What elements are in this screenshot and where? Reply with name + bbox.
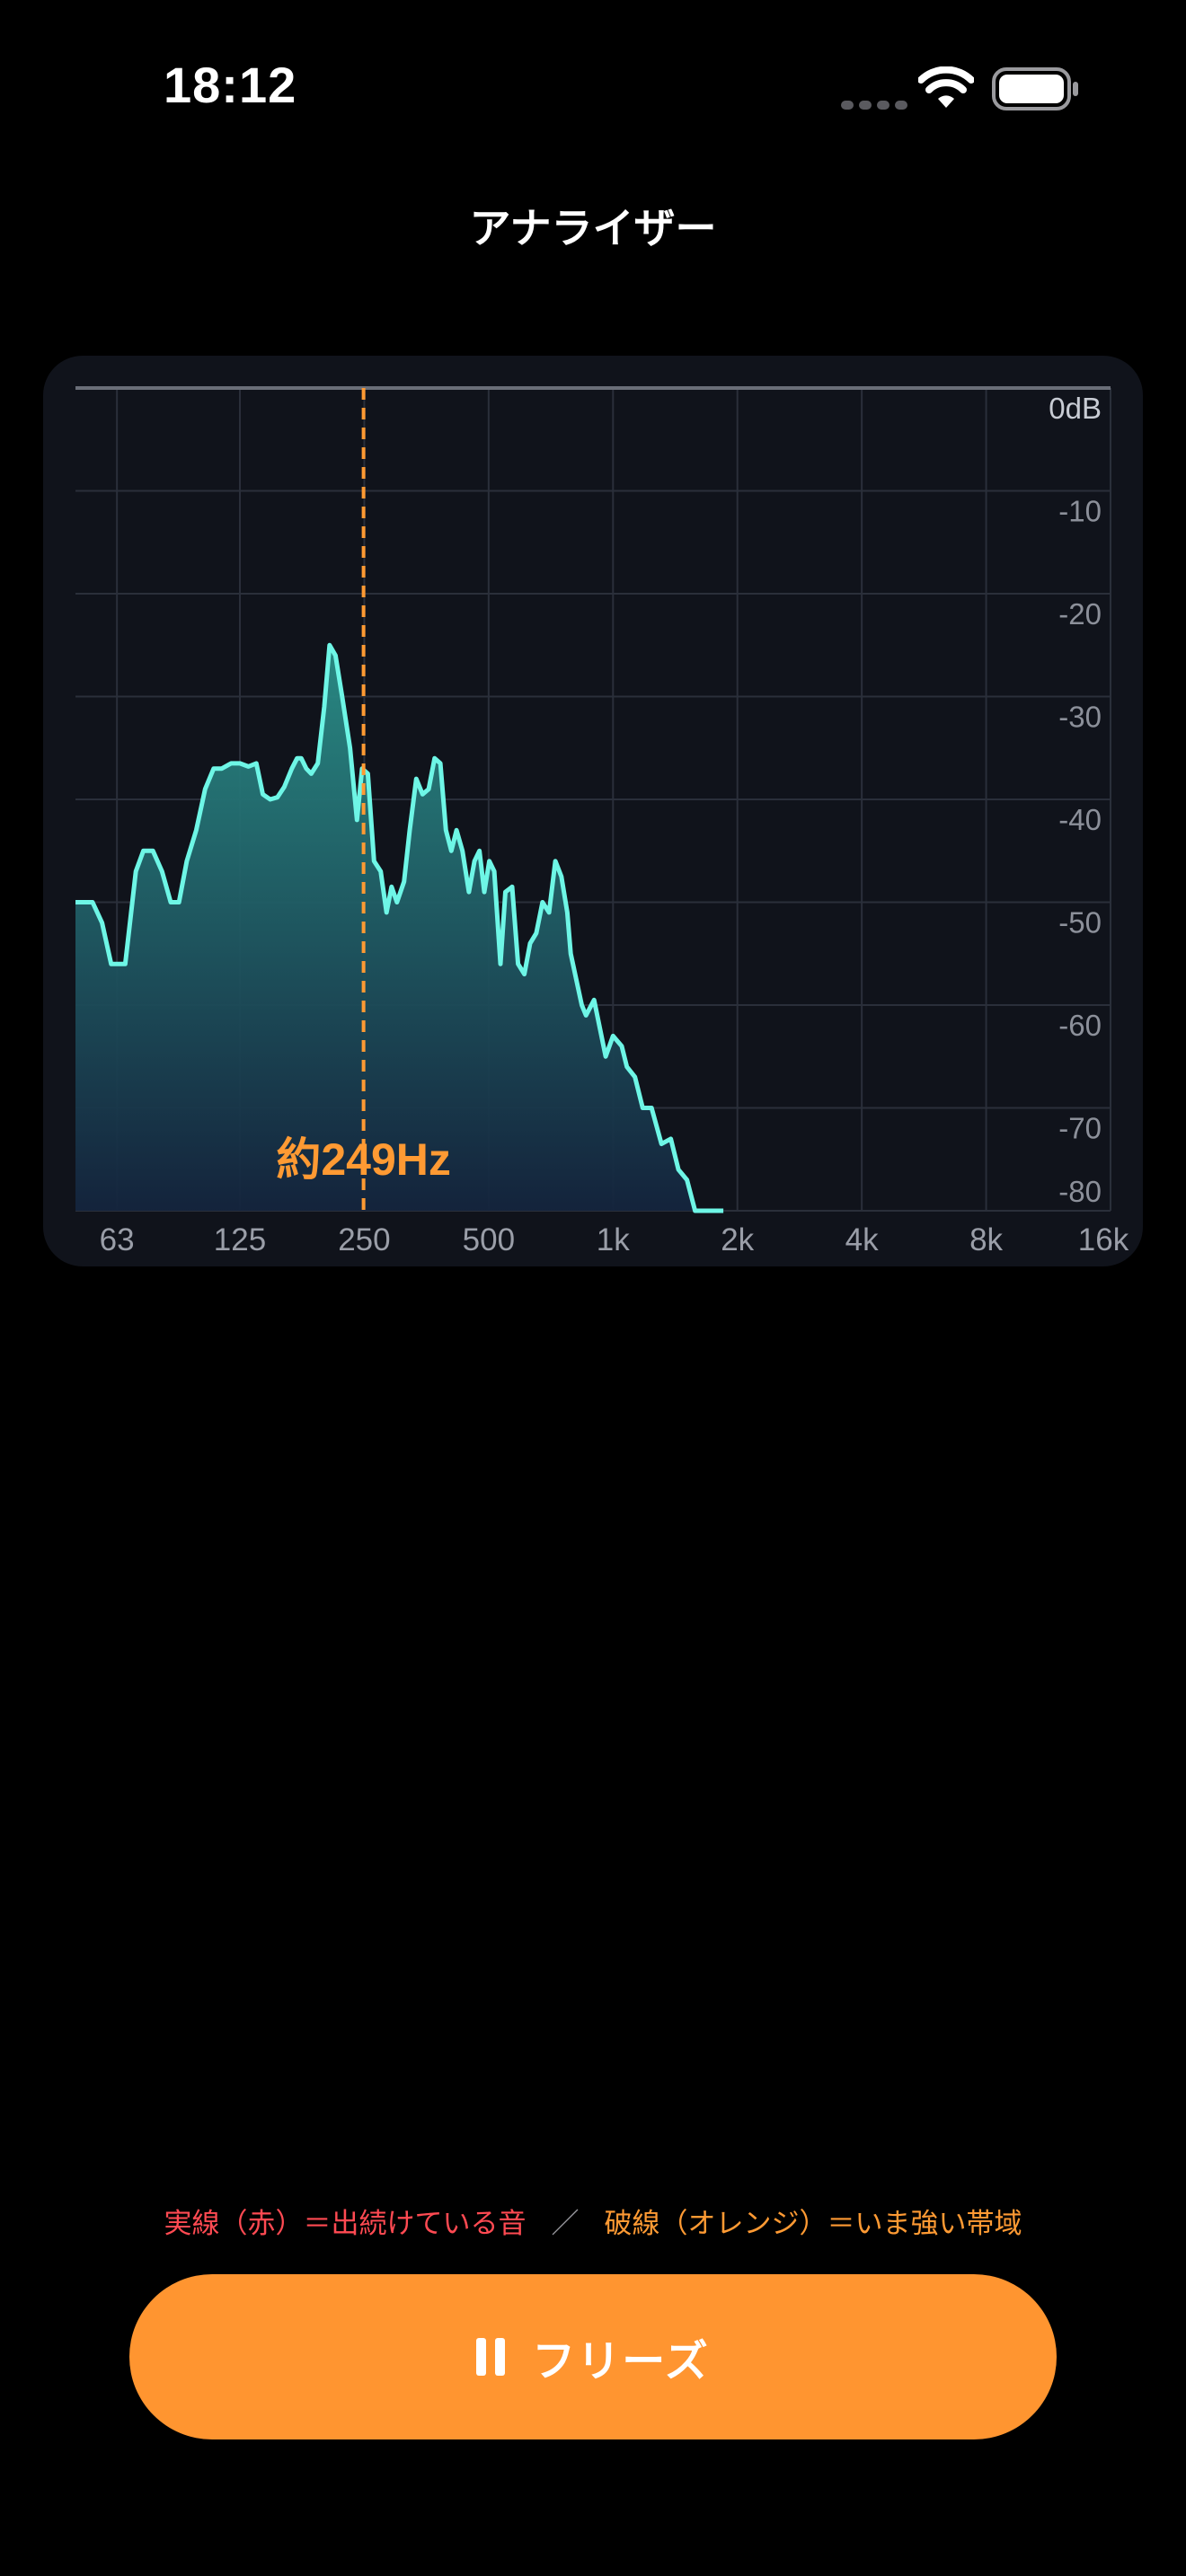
x-tick-label: 125: [214, 1222, 266, 1257]
status-time: 18:12: [164, 57, 297, 113]
y-tick-label: -40: [1058, 803, 1102, 836]
spectrum-area: [75, 645, 724, 1211]
y-tick-label: -60: [1058, 1009, 1102, 1042]
y-tick-label: -30: [1058, 701, 1102, 734]
freeze-button[interactable]: フリーズ: [129, 2274, 1057, 2439]
y-tick-label: -10: [1058, 495, 1102, 528]
y-tick-label: -80: [1058, 1175, 1102, 1208]
peak-marker-label: 約249Hz: [276, 1134, 451, 1185]
spectrum-chart: 約249Hz 63 125 250 500 1k 2k 4k 8k 16k 0dB -10 -20 -3…: [75, 386, 1129, 1257]
x-tick-label: 16k: [1078, 1222, 1129, 1257]
x-tick-label: 4k: [845, 1222, 879, 1257]
status-bar: 18:12: [0, 0, 1186, 180]
pause-icon: [476, 2338, 506, 2376]
y-tick-label: -70: [1058, 1112, 1102, 1145]
chart-legend: 実線（赤）＝出続けている音 ／ 破線（オレンジ）＝いま強い帯域: [0, 2201, 1186, 2241]
battery-icon: [992, 67, 1078, 110]
spectrum-chart-card: 約249Hz 63 125 250 500 1k 2k 4k 8k 16k 0dB -10 -20 -3…: [43, 356, 1143, 1266]
y-tick-label: -50: [1058, 906, 1102, 940]
x-tick-label: 250: [338, 1222, 390, 1257]
freeze-button-label: フリーズ: [532, 2338, 710, 2386]
x-tick-label: 2k: [721, 1222, 754, 1257]
wifi-icon: [918, 66, 974, 108]
cellular-signal-icon: [841, 96, 913, 113]
x-tick-label: 8k: [969, 1222, 1003, 1257]
page-title: アナライザー: [469, 204, 717, 252]
legend-peak-text: 破線（オレンジ）＝いま強い帯域: [604, 2208, 1022, 2240]
x-tick-label: 1k: [597, 1222, 630, 1257]
x-tick-label: 63: [100, 1222, 135, 1257]
y-tick-label: 0dB: [1049, 392, 1102, 425]
y-tick-label: -20: [1058, 597, 1102, 631]
legend-live-text: 実線（赤）＝出続けている音: [164, 2208, 527, 2240]
legend-separator: ／: [551, 2208, 580, 2240]
x-tick-label: 500: [463, 1222, 515, 1257]
